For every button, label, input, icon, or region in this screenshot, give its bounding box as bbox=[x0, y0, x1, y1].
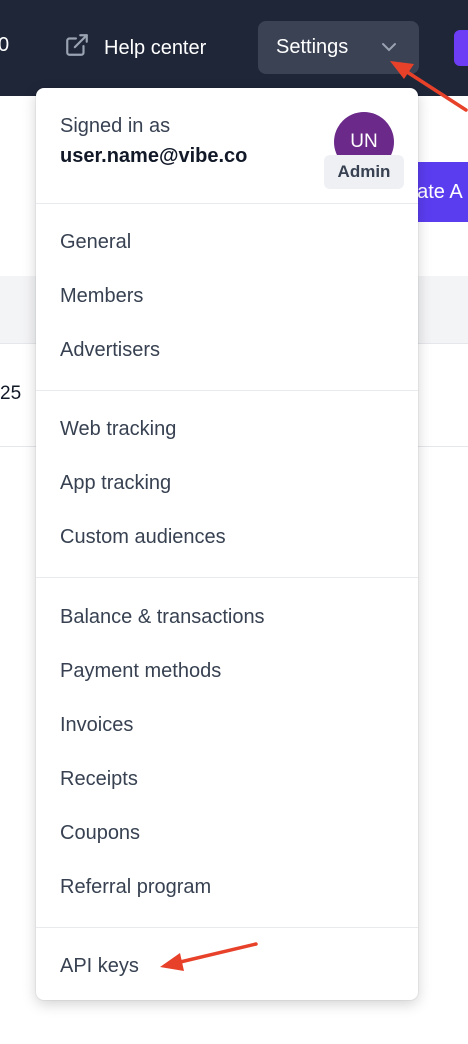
menu-item-invoices[interactable]: Invoices bbox=[60, 714, 133, 737]
settings-button[interactable]: Settings bbox=[258, 21, 419, 74]
nav-clipped-text: 0 bbox=[0, 34, 10, 56]
menu-item-coupons[interactable]: Coupons bbox=[60, 822, 140, 845]
menu-divider bbox=[36, 927, 418, 928]
menu-divider bbox=[36, 577, 418, 578]
menu-item-receipts[interactable]: Receipts bbox=[60, 768, 138, 791]
menu-item-referral-program[interactable]: Referral program bbox=[60, 876, 211, 899]
settings-label: Settings bbox=[276, 36, 349, 58]
notification-button-edge[interactable] bbox=[454, 30, 468, 66]
help-center-label: Help center bbox=[104, 36, 207, 59]
menu-divider bbox=[36, 390, 418, 391]
role-badge: Admin bbox=[324, 155, 404, 189]
menu-item-general[interactable]: General bbox=[60, 231, 131, 254]
signed-in-label: Signed in as bbox=[60, 115, 171, 137]
menu-item-payment-methods[interactable]: Payment methods bbox=[60, 660, 221, 683]
external-link-icon bbox=[64, 32, 90, 64]
menu-item-app-tracking[interactable]: App tracking bbox=[60, 472, 171, 495]
menu-divider bbox=[36, 203, 418, 204]
chevron-down-icon bbox=[382, 43, 396, 52]
user-email: user.name@vibe.co bbox=[60, 145, 248, 167]
settings-dropdown-menu: Signed in as user.name@vibe.co UN Admin … bbox=[36, 88, 418, 1000]
table-cell-partial: 25 bbox=[0, 383, 22, 404]
help-center-link[interactable]: Help center bbox=[64, 32, 206, 64]
menu-item-web-tracking[interactable]: Web tracking bbox=[60, 418, 176, 441]
top-nav-bar: 0 Help center Settings bbox=[0, 0, 468, 96]
menu-item-api-keys[interactable]: API keys bbox=[60, 955, 139, 978]
menu-item-custom-audiences[interactable]: Custom audiences bbox=[60, 526, 226, 549]
menu-item-balance-transactions[interactable]: Balance & transactions bbox=[60, 606, 265, 629]
menu-item-members[interactable]: Members bbox=[60, 285, 143, 308]
menu-item-advertisers[interactable]: Advertisers bbox=[60, 339, 160, 362]
